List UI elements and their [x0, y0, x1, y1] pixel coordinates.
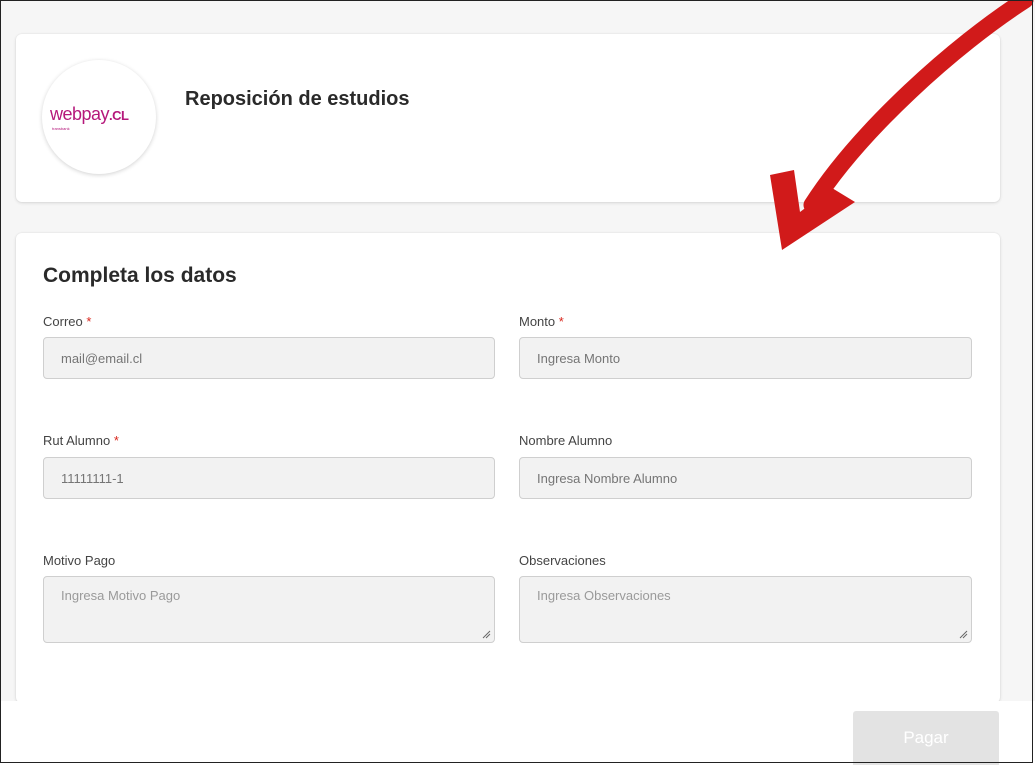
motivo-label: Motivo Pago	[43, 553, 115, 568]
correo-label-text: Correo	[43, 314, 83, 329]
webpay-logo: webpay.CL transbank	[42, 60, 156, 174]
monto-label-text: Monto	[519, 314, 556, 329]
logo-brand: webpay	[50, 104, 110, 124]
observaciones-placeholder: Ingresa Observaciones	[537, 588, 671, 603]
motivo-placeholder: Ingresa Motivo Pago	[61, 588, 181, 603]
form-card: Completa los datos Correo * Monto * Rut …	[16, 233, 1000, 703]
resize-grip-icon[interactable]	[959, 630, 968, 639]
page-title: Reposición de estudios	[185, 88, 410, 110]
logo-tld: .CL	[109, 108, 129, 123]
correo-input[interactable]	[43, 337, 495, 379]
required-marker: *	[113, 433, 119, 448]
monto-input[interactable]	[519, 337, 972, 379]
required-marker: *	[558, 314, 564, 329]
observaciones-textarea[interactable]: Ingresa Observaciones	[519, 576, 972, 643]
logo-sub: transbank	[52, 126, 70, 131]
observaciones-label: Observaciones	[519, 553, 606, 568]
nombre-input[interactable]	[519, 457, 972, 499]
observaciones-label-text: Observaciones	[519, 553, 606, 568]
rut-label-text: Rut Alumno	[43, 433, 111, 448]
motivo-textarea[interactable]: Ingresa Motivo Pago	[43, 576, 495, 643]
resize-grip-icon[interactable]	[482, 630, 491, 639]
rut-input[interactable]	[43, 457, 495, 499]
monto-label: Monto *	[519, 314, 564, 329]
rut-label: Rut Alumno *	[43, 433, 119, 448]
required-marker: *	[86, 314, 92, 329]
correo-label: Correo *	[43, 314, 91, 329]
form-title: Completa los datos	[43, 264, 237, 287]
nombre-label-text: Nombre Alumno	[519, 433, 613, 448]
motivo-label-text: Motivo Pago	[43, 553, 116, 568]
webpay-logo-icon: webpay.CL	[50, 104, 150, 125]
red-arrow-icon	[770, 0, 1034, 250]
pay-button[interactable]: Pagar	[853, 711, 999, 765]
nombre-label: Nombre Alumno	[519, 433, 612, 448]
